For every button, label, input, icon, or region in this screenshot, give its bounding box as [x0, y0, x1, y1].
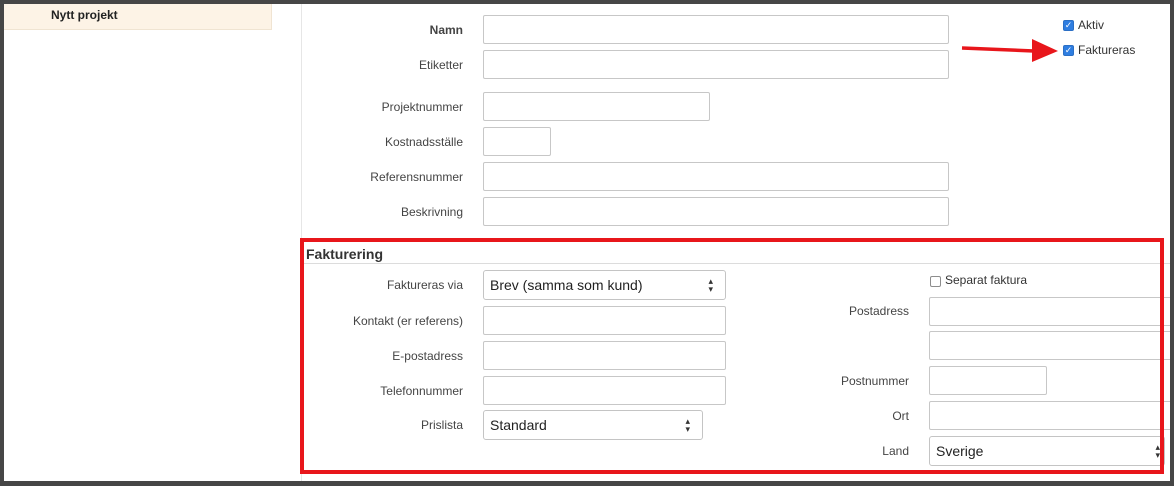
sidebar-item-new-project[interactable]: Nytt projekt	[4, 4, 272, 30]
reference-number-input[interactable]	[483, 162, 949, 191]
city-label: Ort	[892, 409, 909, 423]
reference-number-label: Referensnummer	[370, 170, 463, 184]
price-list-label: Prislista	[420, 418, 463, 432]
billing-section-title: Fakturering	[306, 246, 384, 262]
active-label: Aktiv	[1078, 18, 1105, 32]
sidebar-item-label: Nytt projekt	[51, 8, 118, 22]
invoiced-via-select[interactable]: Brev (samma som kund) ▴ ▾	[483, 270, 726, 300]
separate-invoice-checkbox[interactable]	[930, 276, 941, 287]
active-checkbox[interactable]: ✓	[1063, 20, 1074, 31]
country-select[interactable]: Sverige ▴ ▾	[929, 436, 1165, 466]
country-value: Sverige	[936, 443, 984, 459]
name-input[interactable]	[483, 15, 949, 44]
select-arrows-icon: ▴ ▾	[708, 276, 713, 294]
postal-code-input[interactable]	[929, 366, 1047, 395]
postal-code-label: Postnummer	[840, 374, 909, 388]
postal-address-label: Postadress	[848, 304, 909, 318]
select-arrows-icon: ▴ ▾	[685, 416, 690, 434]
invoiced-via-label: Faktureras via	[386, 278, 463, 292]
phone-input[interactable]	[483, 376, 726, 405]
name-label: Namn	[429, 23, 463, 37]
description-label: Beskrivning	[400, 205, 463, 219]
price-list-value: Standard	[490, 417, 547, 433]
arrow-annotation-icon	[961, 39, 1058, 62]
email-input[interactable]	[483, 341, 726, 370]
sidebar: Nytt projekt	[4, 4, 302, 481]
postal-address-input[interactable]	[929, 297, 1174, 326]
postal-address-line2-input[interactable]	[929, 331, 1174, 360]
contact-label: Kontakt (er referens)	[352, 314, 463, 328]
email-label: E-postadress	[392, 349, 463, 363]
phone-label: Telefonnummer	[380, 384, 463, 398]
invoiced-label: Faktureras	[1078, 43, 1136, 57]
cost-center-input[interactable]	[483, 127, 551, 156]
price-list-select[interactable]: Standard ▴ ▾	[483, 410, 703, 440]
project-number-input[interactable]	[483, 92, 710, 121]
country-label: Land	[882, 444, 909, 458]
select-arrows-icon: ▴ ▾	[1155, 442, 1160, 460]
contact-input[interactable]	[483, 306, 726, 335]
project-number-label: Projektnummer	[381, 100, 463, 114]
separate-invoice-label: Separat faktura	[945, 273, 1028, 287]
tags-label: Etiketter	[418, 58, 463, 72]
cost-center-label: Kostnadsställe	[384, 135, 463, 149]
city-input[interactable]	[929, 401, 1174, 430]
description-input[interactable]	[483, 197, 949, 226]
invoiced-via-value: Brev (samma som kund)	[490, 277, 643, 293]
invoiced-checkbox[interactable]: ✓	[1063, 45, 1074, 56]
tags-input[interactable]	[483, 50, 949, 79]
section-divider	[304, 263, 1174, 264]
